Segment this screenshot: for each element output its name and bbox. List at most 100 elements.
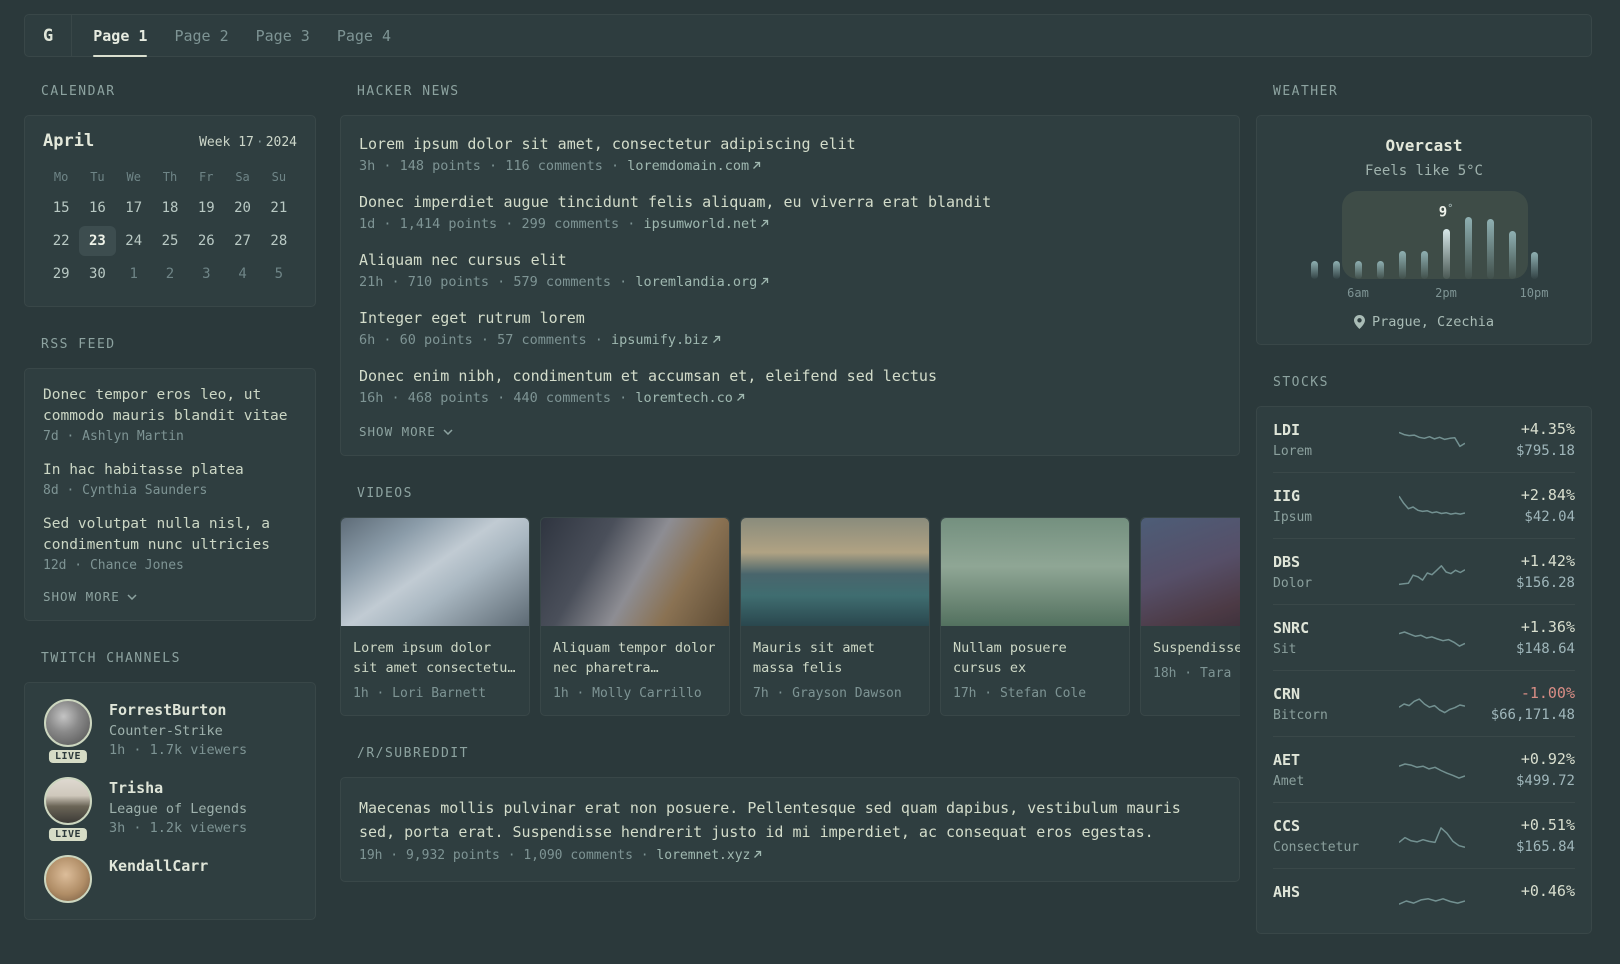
hackernews-item-title[interactable]: Aliquam nec cursus elit xyxy=(359,250,1221,271)
calendar-day: 19 xyxy=(197,200,215,216)
twitch-channel-game: Counter-Strike xyxy=(109,723,223,739)
stock-change: +1.36% xyxy=(1520,618,1575,636)
hackernews-item-title[interactable]: Donec enim nibh, condimentum et accumsan… xyxy=(359,366,1221,387)
calendar-year-label: 2024 xyxy=(265,135,297,150)
hackernews-item-title[interactable]: Donec imperdiet augue tincidunt felis al… xyxy=(359,192,1221,213)
hackernews-item-domain[interactable]: loremtech.co xyxy=(635,390,733,406)
video-card[interactable]: Lorem ipsum dolor sit amet consectetu… 1… xyxy=(340,517,530,716)
calendar-section: CALENDAR April Week 17 · 2024 Mo Tu We Th Fr Sa… xyxy=(24,84,316,307)
twitch-channel-row[interactable]: LIVE ForrestBurton Counter-Strike 1h · 1… xyxy=(43,699,297,763)
twitch-section-title: TWITCH CHANNELS xyxy=(41,651,181,666)
calendar-day: 15 xyxy=(52,200,70,216)
hackernews-item-meta: 1d · 1,414 points · 299 comments · ipsum… xyxy=(359,216,1221,232)
twitch-channel-name[interactable]: Trisha xyxy=(109,777,247,797)
calendar-weekday-label: Mo xyxy=(53,170,69,184)
stock-row: IIG Ipsum +2.84% $42.04 xyxy=(1273,472,1575,538)
left-column: CALENDAR April Week 17 · 2024 Mo Tu We Th Fr Sa… xyxy=(24,84,316,964)
video-title: Nullam posuere cursus ex xyxy=(953,640,1067,676)
rss-item: Sed volutpat nulla nisl, a condimentum n… xyxy=(43,514,297,573)
tab-page-2[interactable]: Page 2 xyxy=(174,15,228,56)
weather-widget: Overcast Feels like 5°C 9° 6am 2pm 10pm Pr… xyxy=(1256,115,1592,345)
hackernews-item-domain[interactable]: ipsumify.biz xyxy=(611,332,709,348)
weather-bar xyxy=(1508,231,1516,279)
videos-row: Lorem ipsum dolor sit amet consectetu… 1… xyxy=(340,517,1240,716)
calendar-weekday-label: Fr xyxy=(199,170,214,184)
hackernews-section-title: HACKER NEWS xyxy=(357,84,460,99)
live-badge: LIVE xyxy=(48,828,88,841)
weather-chart-bars: 9° xyxy=(1303,191,1545,279)
hackernews-item-meta: 16h · 468 points · 440 comments · loremt… xyxy=(359,390,1221,406)
twitch-channel-row[interactable]: KendallCarr xyxy=(43,855,297,903)
twitch-channel-meta: 3h · 1.2k viewers xyxy=(109,820,248,836)
chevron-down-icon xyxy=(127,593,137,600)
video-card[interactable]: Nullam posuere cursus ex 17h · Stefan Co… xyxy=(940,517,1130,716)
calendar-day: 1 xyxy=(129,266,138,282)
weather-bar xyxy=(1530,252,1538,279)
weather-bar-current xyxy=(1442,229,1450,279)
video-card[interactable]: Mauris sit amet massa felis 7h · Grayson… xyxy=(740,517,930,716)
subreddit-widget: Maecenas mollis pulvinar erat non posuer… xyxy=(340,777,1240,882)
twitch-channel-name[interactable]: ForrestBurton xyxy=(109,699,247,719)
tab-page-4[interactable]: Page 4 xyxy=(337,15,391,56)
stock-ticker: DBS xyxy=(1273,552,1301,571)
tab-page-3[interactable]: Page 3 xyxy=(256,15,310,56)
twitch-channel-row[interactable]: LIVE Trisha League of Legends 3h · 1.2k … xyxy=(43,777,297,841)
hackernews-item-domain[interactable]: ipsumworld.net xyxy=(643,216,757,232)
stock-row: DBS Dolor +1.42% $156.28 xyxy=(1273,538,1575,604)
rss-show-more-button[interactable]: SHOW MORE xyxy=(43,589,297,604)
stock-price: $66,171.48 xyxy=(1490,707,1575,723)
rss-item-title[interactable]: In hac habitasse platea xyxy=(43,460,297,481)
subreddit-section: /R/SUBREDDIT Maecenas mollis pulvinar er… xyxy=(340,746,1240,882)
hackernews-item-title[interactable]: Lorem ipsum dolor sit amet, consectetur … xyxy=(359,134,1221,155)
hackernews-item: Lorem ipsum dolor sit amet, consectetur … xyxy=(359,134,1221,174)
external-link-icon xyxy=(712,335,720,343)
subreddit-post-domain[interactable]: loremnet.xyz xyxy=(656,848,750,863)
stock-ticker: CRN xyxy=(1273,684,1301,703)
rss-item-title[interactable]: Sed volutpat nulla nisl, a condimentum n… xyxy=(43,514,297,556)
hackernews-item-meta: 3h · 148 points · 116 comments · loremdo… xyxy=(359,158,1221,174)
video-meta: 1h · Molly Carrillo xyxy=(553,686,702,701)
video-card[interactable]: Aliquam tempor dolor nec pharetra… 1h · … xyxy=(540,517,730,716)
calendar-day: 30 xyxy=(88,266,106,282)
dashboard-page: G Page 1 Page 2 Page 3 Page 4 CALENDAR A… xyxy=(0,0,1620,964)
stocks-widget: LDI Lorem +4.35% $795.18 IIG Ipsum +2.84% $4… xyxy=(1256,406,1592,934)
meta-text: 6h · 60 points · 57 comments · xyxy=(359,332,611,348)
video-meta: 1h · Lori Barnett xyxy=(353,686,487,701)
rss-section-title: RSS FEED xyxy=(41,337,116,352)
video-card[interactable]: Suspendisse diam 18h · Tara xyxy=(1140,517,1240,716)
avatar xyxy=(44,699,92,747)
subreddit-post-title[interactable]: Maecenas mollis pulvinar erat non posuer… xyxy=(359,796,1221,844)
hackernews-item-domain[interactable]: loremlandia.org xyxy=(635,274,757,290)
calendar-day: 4 xyxy=(238,266,247,282)
hackernews-item-title[interactable]: Integer eget rutrum lorem xyxy=(359,308,1221,329)
rss-item-title[interactable]: Donec tempor eros leo, ut commodo mauris… xyxy=(43,385,297,427)
calendar-day: 25 xyxy=(161,233,179,249)
hackernews-show-more-button[interactable]: SHOW MORE xyxy=(359,424,1221,439)
weather-time-label: 10pm xyxy=(1519,286,1549,300)
calendar-weekday-label: Th xyxy=(162,170,178,184)
video-thumbnail xyxy=(941,518,1129,626)
twitch-channel-name[interactable]: KendallCarr xyxy=(109,855,208,875)
calendar-day: 29 xyxy=(52,266,70,282)
stock-name: Consectetur xyxy=(1273,839,1360,855)
rss-item-meta: 8d · Cynthia Saunders xyxy=(43,483,208,498)
stock-ticker: SNRC xyxy=(1273,618,1310,637)
weather-bar xyxy=(1354,261,1362,279)
meta-text: 21h · 710 points · 579 comments · xyxy=(359,274,636,290)
tab-page-1[interactable]: Page 1 xyxy=(93,15,148,57)
video-thumbnail xyxy=(741,518,929,626)
calendar-separator: · xyxy=(255,135,264,150)
location-pin-icon xyxy=(1354,315,1366,329)
rss-widget: Donec tempor eros leo, ut commodo mauris… xyxy=(24,368,316,621)
stocks-section-title: STOCKS xyxy=(1273,375,1329,390)
calendar-weekday-label: We xyxy=(126,170,141,184)
hackernews-item-meta: 21h · 710 points · 579 comments · loreml… xyxy=(359,274,1221,290)
videos-section-title: VIDEOS xyxy=(357,486,413,501)
stock-row: CCS Consectetur +0.51% $165.84 xyxy=(1273,802,1575,868)
video-thumbnail xyxy=(541,518,729,626)
stock-change: +2.84% xyxy=(1520,486,1575,504)
hackernews-widget: Lorem ipsum dolor sit amet, consectetur … xyxy=(340,115,1240,456)
stock-price: $42.04 xyxy=(1524,509,1575,525)
hackernews-item-domain[interactable]: loremdomain.com xyxy=(627,158,749,174)
stock-row: LDI Lorem +4.35% $795.18 xyxy=(1273,407,1575,472)
